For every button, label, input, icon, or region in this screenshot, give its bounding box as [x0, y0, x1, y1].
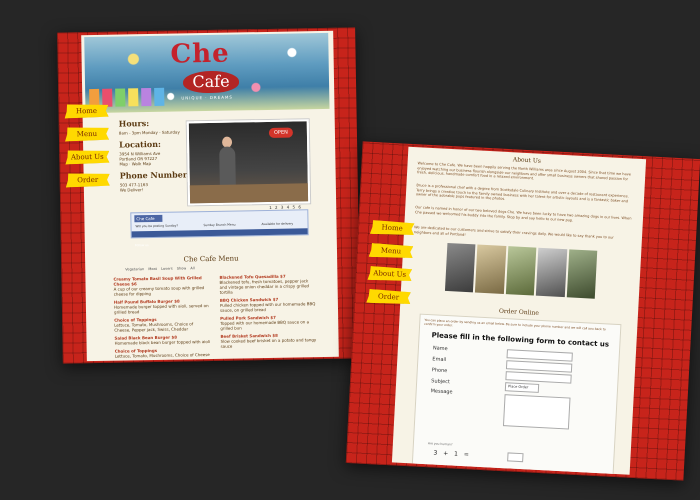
facebook-badge[interactable]: Che Cafe [134, 214, 163, 223]
dog-photo [536, 247, 567, 298]
nav-menu[interactable]: Menu [369, 243, 414, 259]
menu-item: Creamy Tomato Basil Soup With Grilled Ch… [113, 275, 209, 297]
counter [189, 183, 309, 204]
house-illustration [141, 87, 152, 107]
menu-item-desc: Homemade black bean burger topped with a… [114, 339, 211, 346]
dog-photo [475, 244, 507, 294]
header-banner: Che Cafe UNIQUE · DREAMS [84, 32, 330, 114]
left-nav: Home Menu About Us Order Online [64, 104, 110, 197]
logo-che: Che [170, 38, 230, 70]
menu-item: Choice of Toppings Lettuce, Tomato, Mushr… [114, 316, 210, 333]
house-illustration [128, 88, 139, 107]
facebook-bar: Follow us [131, 228, 308, 247]
menu-item-desc: Lettuce, Tomato, Mushrooms, Choice of Ch… [114, 352, 210, 359]
dog-photo [566, 249, 598, 299]
phone-title: Phone Number: [119, 169, 191, 181]
map-link[interactable]: Map · Walk Map [119, 160, 189, 167]
human-check-label: Are you human? [427, 441, 453, 447]
message-textarea[interactable] [502, 394, 571, 430]
delivery-note: We Deliver! [119, 187, 144, 193]
menu-item-desc: Pulled chicken topped with our homemade … [219, 301, 316, 313]
right-nav: Home Menu About Us Order Online [366, 220, 415, 314]
left-page-screenshot: Che Cafe UNIQUE · DREAMS Hours: 8am - 3p… [57, 27, 361, 364]
facebook-post-2: Sunday Brunch Menu [203, 222, 236, 228]
dog-photo-strip [444, 242, 598, 299]
right-page-content: About Us Welcome to Che Cafe. We have be… [391, 146, 647, 475]
contact-form: You can place an order by sending us an … [411, 313, 622, 475]
menu-filter-tabs[interactable]: Vegetarian Meat Lovers Show All [125, 266, 194, 271]
location-title: Location: [119, 138, 162, 150]
menu-title: Che Cafe Menu [183, 254, 239, 264]
menu-item-desc: A cup of our creamy tomato soup with gri… [113, 285, 205, 297]
nav-about-us[interactable]: About Us [367, 266, 412, 282]
phone-label: Phone [431, 367, 448, 375]
subject-label: Subject [431, 378, 451, 386]
menu-item: Beef Brisket Sandwich $8 Slow cooked beef… [220, 332, 316, 349]
menu-item: BBQ Chicken Sandwich $7 Pulled chicken to… [220, 296, 316, 313]
open-sign: OPEN [268, 127, 294, 138]
nav-menu[interactable]: Menu [65, 127, 109, 142]
menu-item-desc: Homemade burger topped with aioli, serve… [113, 303, 209, 315]
menu-item: Half Pound Buffalo Burger $8 Homemade bur… [114, 298, 210, 315]
nav-home[interactable]: Home [370, 220, 415, 236]
about-paragraph-2: Bruce is a professional chef with a degr… [415, 183, 629, 203]
message-label: Message [430, 388, 453, 396]
captcha-question: 3 + 1 = [433, 449, 471, 459]
menu-item-desc: Topped with our homemade BBQ sauce on a … [220, 319, 310, 331]
menu-column-2: Blackened Tofu Quesadilla $7 Blackened to… [219, 273, 316, 349]
nav-order-online[interactable]: Order Online [366, 289, 411, 305]
menu-item-desc: Slow cooked beef brisket on a potato and… [220, 337, 317, 349]
facebook-widget[interactable]: Che Cafe Will you be posting Sunday? Sun… [130, 209, 309, 247]
cafe-photo: OPEN [186, 119, 311, 206]
hours-title: Hours: [118, 118, 150, 129]
left-page-content: Che Cafe UNIQUE · DREAMS Hours: 8am - 3p… [81, 30, 339, 362]
hours-info: Hours: 8am - 3pm Monday - Saturday Locat… [118, 117, 191, 193]
email-label: Email [432, 356, 447, 364]
dog-photo [444, 242, 476, 293]
facebook-post-1: Will you be posting Sunday? [135, 223, 178, 229]
nav-home[interactable]: Home [64, 104, 108, 119]
nav-about-us[interactable]: About Us [65, 150, 109, 165]
name-label: Name [432, 345, 448, 353]
subject-select[interactable]: Place Order [504, 382, 540, 393]
menu-item: Choice of Toppings Lettuce, Tomato, Mushr… [115, 347, 211, 359]
right-page-screenshot: About Us Welcome to Che Cafe. We have be… [345, 141, 700, 481]
about-paragraph-3: Our cafe is named in honor of our two be… [414, 205, 632, 223]
hours-text: 8am - 3pm Monday - Saturday [118, 129, 180, 136]
logo-tagline: UNIQUE · DREAMS [181, 94, 233, 101]
nav-order-online[interactable]: Order Online [66, 173, 110, 188]
menu-item-desc: Lettuce, Tomato, Mushrooms, Choice of Ch… [114, 321, 194, 333]
menu-item: Pulled Pork Sandwich $7 Topped with our h… [220, 314, 316, 331]
menu-column-1: Creamy Tomato Basil Soup With Grilled Ch… [113, 275, 210, 359]
captcha-input[interactable] [507, 452, 524, 463]
menu-item: Blackened Tofu Quesadilla $7 Blackened to… [219, 273, 315, 295]
facebook-bar-label[interactable]: Follow us [132, 243, 149, 247]
menu-item: Salad Black Bean Burger $8 Homemade black… [114, 334, 210, 346]
house-illustration [115, 88, 126, 107]
menu-item-desc: Blackened tofu, fresh tomatoes, pepper j… [219, 278, 310, 295]
facebook-post-3: Available for delivery [261, 221, 294, 227]
logo-cafe: Cafe [182, 70, 240, 94]
dog-photo [505, 246, 537, 296]
house-illustration [154, 87, 165, 106]
